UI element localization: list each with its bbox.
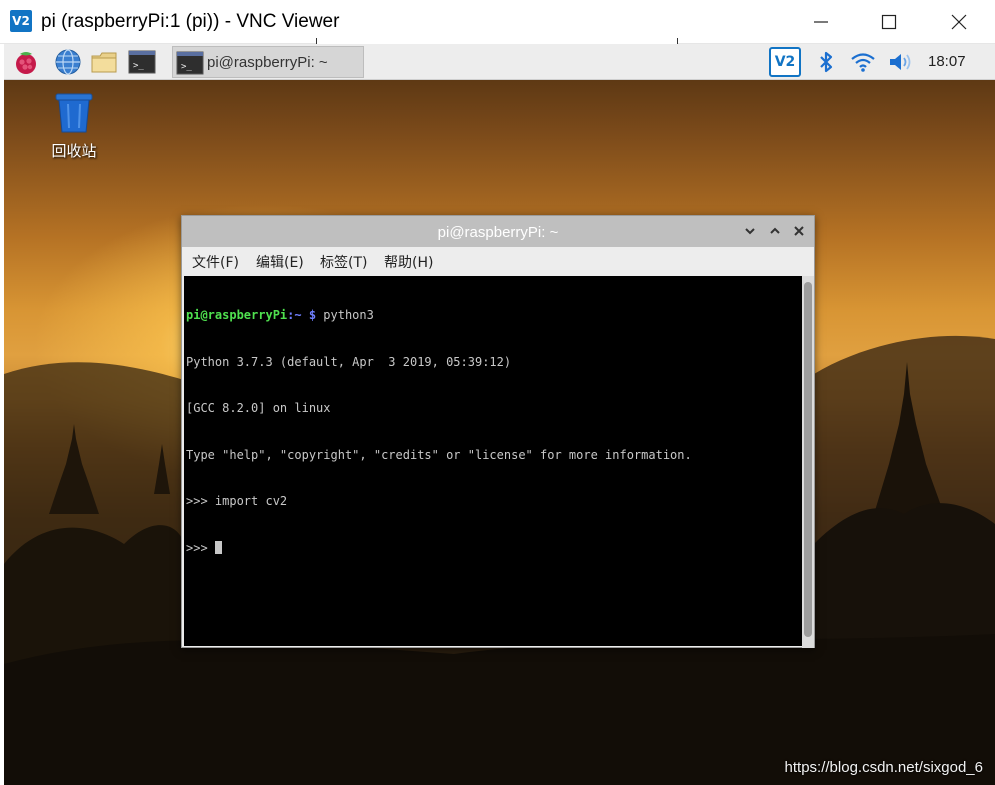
remote-desktop[interactable]: >_ >_ pi@raspberryPi: ~ V2 18:07 回收站 pi@… — [4, 44, 995, 785]
terminal-line: Python 3.7.3 (default, Apr 3 2019, 05:39… — [186, 354, 512, 369]
terminal-prompt-line: pi@raspberryPi:~ $ python3 — [186, 308, 801, 324]
minimize-button[interactable] — [798, 0, 844, 44]
terminal-icon[interactable]: >_ — [128, 48, 156, 76]
terminal-input-line[interactable]: >>> — [186, 540, 801, 557]
python-prompt: >>> — [186, 540, 215, 555]
menu-tabs[interactable]: 标签(T) — [320, 252, 367, 272]
clock: 18:07 — [928, 53, 966, 70]
volume-icon[interactable] — [888, 52, 914, 72]
raspberry-menu-icon[interactable] — [12, 48, 40, 76]
terminal-scrollbar[interactable] — [802, 276, 814, 648]
terminal-output[interactable]: pi@raspberryPi:~ $ python3 Python 3.7.3 … — [184, 276, 802, 646]
minimize-icon — [814, 21, 828, 23]
taskbar: >_ >_ pi@raspberryPi: ~ V2 18:07 — [4, 44, 995, 80]
terminal-title: pi@raspberryPi: ~ — [437, 224, 559, 241]
scrollbar-thumb[interactable] — [804, 282, 812, 637]
taskbar-task-label: pi@raspberryPi: ~ — [207, 54, 328, 71]
taskbar-terminal-task[interactable]: >_ pi@raspberryPi: ~ — [172, 46, 364, 78]
bluetooth-icon[interactable] — [816, 51, 836, 73]
browser-globe-icon[interactable] — [54, 48, 82, 76]
vnc-title-bar[interactable]: V2 pi (raspberryPi:1 (pi)) - VNC Viewer — [0, 0, 995, 48]
terminal-line: >>> import cv2 — [186, 494, 288, 508]
file-manager-icon[interactable] — [90, 48, 118, 76]
menu-help[interactable]: 帮助(H) — [384, 252, 433, 272]
text-cursor — [214, 540, 222, 554]
trash-icon — [55, 93, 93, 133]
svg-text:>_: >_ — [133, 61, 144, 71]
menu-file[interactable]: 文件(F) — [192, 252, 239, 272]
prompt-command: python3 — [316, 308, 374, 322]
prompt-path: :~ $ — [287, 308, 317, 322]
window-title: pi (raspberryPi:1 (pi)) - VNC Viewer — [41, 11, 340, 32]
menu-edit[interactable]: 编辑(E) — [256, 252, 304, 272]
wifi-icon[interactable] — [850, 51, 876, 73]
svg-text:>_: >_ — [181, 62, 192, 72]
terminal-line: Type "help", "copyright", "credits" or "… — [186, 447, 692, 462]
vnc-logo-icon: V2 — [10, 10, 32, 32]
terminal-icon: >_ — [176, 51, 204, 75]
vnc-server-tray-icon[interactable]: V2 — [769, 47, 801, 77]
terminal-window[interactable]: pi@raspberryPi: ~ 文件(F) 编辑(E) 标签(T) 帮助(H… — [181, 215, 815, 648]
terminal-menu-bar: 文件(F) 编辑(E) 标签(T) 帮助(H) — [182, 247, 814, 275]
close-icon[interactable] — [791, 223, 807, 239]
terminal-line: [GCC 8.2.0] on linux — [186, 401, 331, 415]
close-icon — [951, 14, 967, 30]
close-button[interactable] — [936, 0, 982, 44]
trash-desktop-icon[interactable]: 回收站 — [44, 92, 104, 162]
prompt-user: pi@raspberryPi — [186, 308, 288, 322]
chevron-up-icon[interactable] — [767, 223, 783, 239]
maximize-button[interactable] — [866, 0, 912, 44]
terminal-title-bar[interactable]: pi@raspberryPi: ~ — [182, 216, 814, 247]
maximize-icon — [881, 14, 897, 30]
chevron-down-icon[interactable] — [742, 223, 758, 239]
trash-label: 回收站 — [51, 142, 97, 160]
watermark: https://blog.csdn.net/sixgod_6 — [784, 759, 983, 776]
